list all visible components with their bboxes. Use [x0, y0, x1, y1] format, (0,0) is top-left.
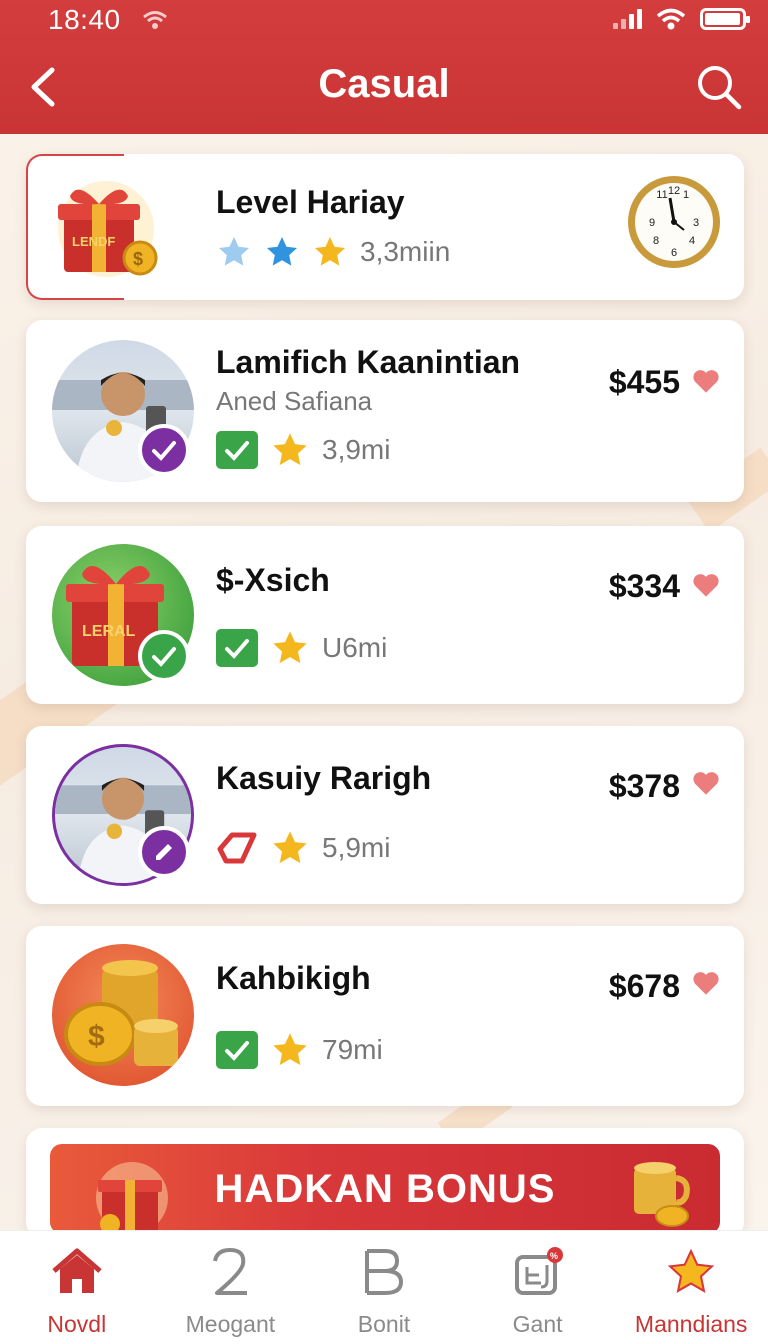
coins-thumbnail: $	[52, 944, 194, 1086]
duration-text: 3,9mi	[322, 434, 391, 465]
gift-label: LENDF	[72, 234, 115, 249]
bonus-label: HADKAN BONUS	[214, 1166, 556, 1211]
svg-text:1: 1	[683, 189, 689, 201]
bonus-button[interactable]: HADKAN BONUS	[50, 1144, 720, 1234]
item-meta: 3,9mi	[216, 430, 390, 470]
heart-icon[interactable]	[692, 770, 720, 796]
price: $455	[608, 364, 680, 400]
gold-mug-icon	[634, 1162, 690, 1227]
app-header: 18:40 Casual	[0, 0, 768, 134]
wifi-icon	[656, 8, 686, 30]
star-icon	[273, 631, 307, 664]
featured-card[interactable]: LENDF $ Level Hariay 3,3miin 12 3 6 9 1 11 4 8	[26, 154, 744, 300]
star-icon	[273, 433, 307, 466]
item-title: Kahbikigh	[216, 960, 371, 996]
bonus-card: HADKAN BONUS	[26, 1128, 744, 1238]
price: $378	[608, 768, 680, 804]
number-two-icon	[213, 1248, 248, 1295]
bottom-tab-bar: Novdl Meogant Bonit % Gant Manndians	[0, 1230, 768, 1344]
svg-text:4: 4	[689, 235, 695, 247]
svg-text:$: $	[133, 249, 143, 269]
gift-label: LERAL	[82, 623, 136, 640]
tab-label: Manndians	[634, 1311, 748, 1337]
list-item[interactable]: $ Kahbikigh 79mi $678	[26, 926, 744, 1106]
tab-label: Meogant	[185, 1311, 276, 1337]
item-title: Lamifich Kaanintian	[216, 344, 521, 380]
gift-box-icon	[96, 1162, 168, 1234]
tab-meogant[interactable]: Meogant	[154, 1231, 308, 1344]
duration-text: 3,3miin	[360, 236, 451, 267]
heart-icon[interactable]	[692, 970, 720, 996]
bonus-b-icon	[364, 1249, 403, 1295]
tab-home[interactable]: Novdl	[0, 1231, 154, 1344]
item-subtitle: Aned Safiana	[216, 386, 373, 416]
duration-text: U6mi	[322, 632, 388, 663]
item-meta: U6mi	[216, 628, 387, 668]
edit-badge	[138, 826, 190, 878]
star-icon	[667, 1248, 715, 1294]
page-title: Casual	[318, 62, 450, 106]
star-icon	[219, 237, 249, 266]
verified-badge	[138, 630, 190, 682]
star-icon	[267, 237, 297, 266]
list-item[interactable]: Kasuiy Rarigh 5,9mi $378	[26, 726, 744, 904]
svg-text:12: 12	[668, 185, 680, 197]
duration-text: 79mi	[322, 1034, 383, 1065]
tag-icon	[217, 832, 257, 864]
tab-manndians[interactable]: Manndians	[614, 1231, 768, 1344]
price: $334	[608, 568, 680, 604]
search-button[interactable]	[694, 62, 744, 112]
svg-text:8: 8	[653, 235, 659, 247]
coupon-icon: %	[514, 1247, 563, 1295]
star-icon	[315, 237, 345, 266]
list-item[interactable]: Lamifich Kaanintian Aned Safiana 3,9mi $…	[26, 320, 744, 502]
tab-bonit[interactable]: Bonit	[307, 1231, 461, 1344]
status-time: 18:40	[48, 4, 121, 35]
battery-icon	[700, 8, 750, 30]
item-title: Kasuiy Rarigh	[216, 760, 432, 796]
tab-gant[interactable]: % Gant	[461, 1231, 615, 1344]
tab-label: Bonit	[357, 1311, 411, 1337]
svg-text:%: %	[550, 1251, 558, 1261]
svg-text:$: $	[88, 1020, 105, 1053]
price: $678	[608, 968, 680, 1004]
item-meta: 5,9mi	[216, 828, 390, 868]
gift-box-icon: LENDF $	[58, 181, 158, 277]
checkbox-icon	[216, 431, 258, 469]
featured-meta: 3,3miin	[216, 234, 450, 270]
item-title: $-Xsich	[216, 562, 330, 598]
svg-text:11: 11	[656, 189, 667, 201]
star-icon	[273, 1033, 307, 1066]
clock-icon: 12369 11148	[628, 176, 720, 268]
svg-text:9: 9	[649, 217, 655, 229]
status-icons	[613, 8, 750, 30]
heart-icon[interactable]	[692, 572, 720, 598]
list-item[interactable]: LERAL $-Xsich U6mi $334	[26, 526, 744, 704]
svg-text:6: 6	[671, 247, 677, 259]
tab-label: Gant	[512, 1311, 563, 1337]
verified-badge	[138, 424, 190, 476]
wifi-icon	[143, 11, 167, 29]
heart-icon[interactable]	[692, 368, 720, 394]
item-meta: 79mi	[216, 1030, 383, 1070]
featured-title: Level Hariay	[216, 184, 405, 220]
duration-text: 5,9mi	[322, 832, 391, 863]
star-icon	[273, 831, 307, 864]
checkbox-icon	[216, 629, 258, 667]
svg-text:3: 3	[693, 217, 699, 229]
home-icon	[52, 1248, 102, 1293]
tab-label: Novdl	[47, 1311, 107, 1337]
checkbox-icon	[216, 1031, 258, 1069]
signal-icon	[613, 9, 642, 29]
